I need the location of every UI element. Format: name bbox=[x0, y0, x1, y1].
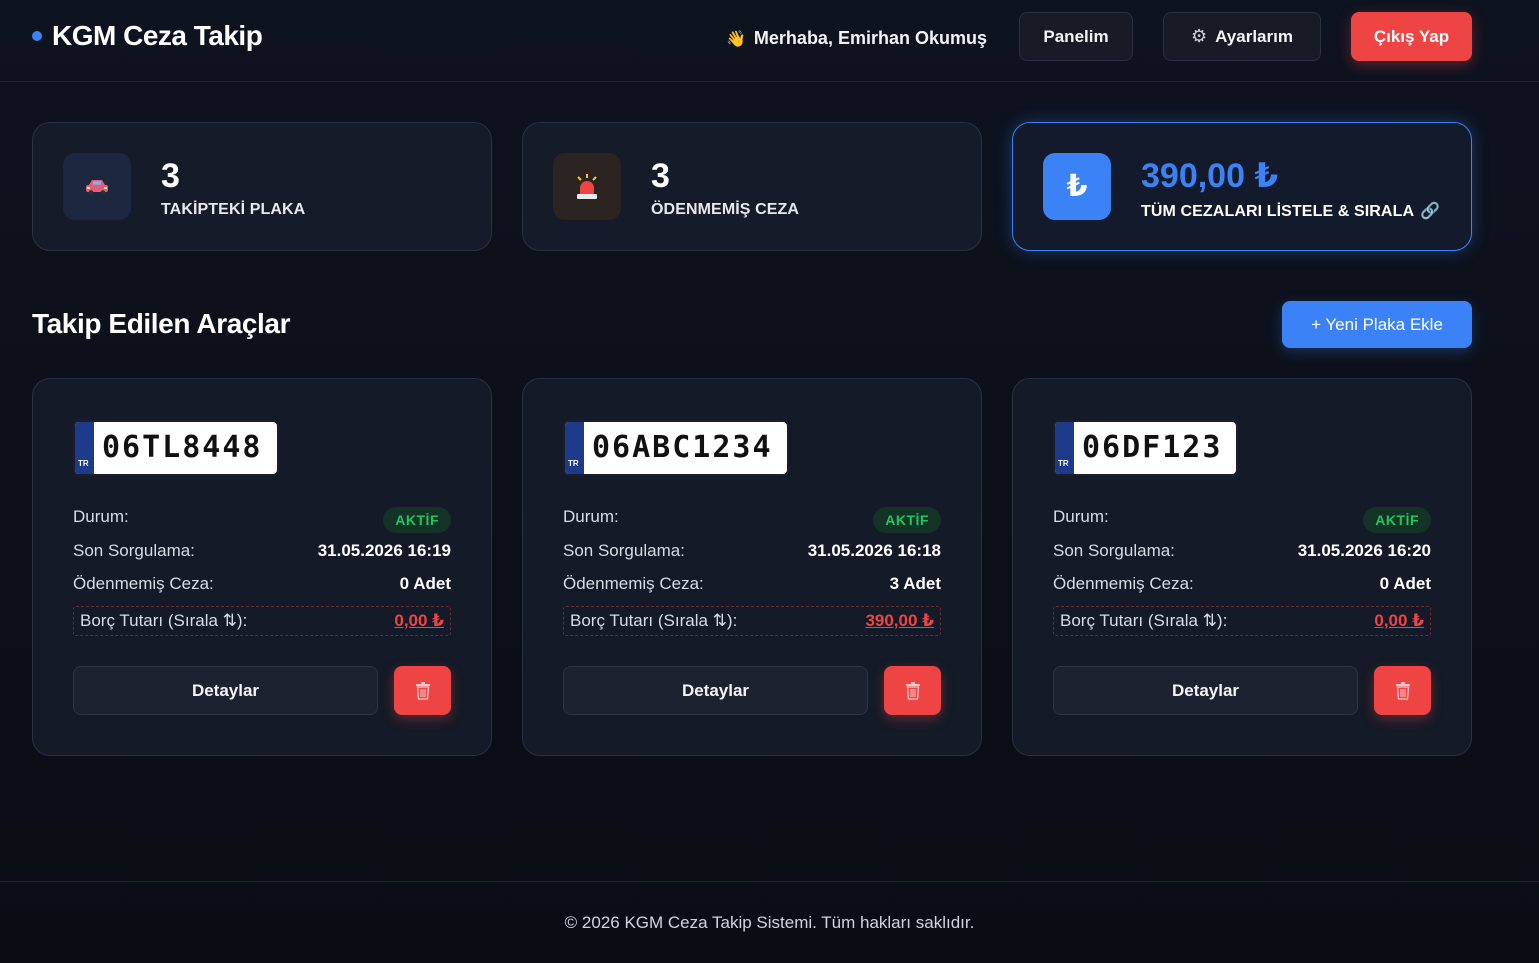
vehicle-card: TR 06DF123 Durum: AKTİF Son Sorgulama: 3… bbox=[1012, 378, 1472, 756]
brand-dot-icon bbox=[32, 31, 42, 41]
license-plate: TR 06ABC1234 bbox=[563, 420, 789, 476]
debt-label: Borç Tutarı (Sırala ⇅): bbox=[80, 611, 248, 630]
stat-value: 3 bbox=[161, 157, 180, 195]
status-label: Durum: bbox=[563, 507, 619, 526]
siren-icon bbox=[553, 153, 621, 220]
logout-button-label: Çıkış Yap bbox=[1373, 26, 1450, 46]
last-query-value: 31.05.2026 16:20 bbox=[1297, 541, 1431, 560]
status-row: Durum: AKTİF bbox=[563, 501, 941, 533]
section-title: Takip Edilen Araçlar bbox=[32, 308, 291, 339]
debt-sort-row[interactable]: Borç Tutarı (Sırala ⇅): 390,00 ₺ bbox=[563, 606, 941, 636]
footer-copyright: © 2026 KGM Ceza Takip Sistemi. Tüm hakla… bbox=[564, 912, 975, 932]
plate-country-code: TR bbox=[1058, 459, 1069, 468]
greeting-prefix: Merhaba, bbox=[753, 28, 833, 48]
delete-button[interactable] bbox=[394, 666, 451, 715]
plate-number: 06TL8448 bbox=[102, 430, 263, 465]
plate-country-band: TR bbox=[565, 422, 584, 474]
trash-icon bbox=[1395, 681, 1410, 700]
last-query-value: 31.05.2026 16:19 bbox=[317, 541, 451, 560]
debt-label: Borç Tutarı (Sırala ⇅): bbox=[570, 611, 738, 630]
panel-button-label: Panelim bbox=[1043, 26, 1109, 46]
plate-number: 06DF123 bbox=[1082, 430, 1223, 465]
unpaid-row: Ödenmemiş Ceza: 0 Adet bbox=[73, 574, 451, 594]
unpaid-value: 0 Adet bbox=[399, 574, 451, 593]
unpaid-label: Ödenmemiş Ceza: bbox=[1053, 574, 1194, 593]
unpaid-label: Ödenmemiş Ceza: bbox=[563, 574, 704, 593]
debt-label: Borç Tutarı (Sırala ⇅): bbox=[1060, 611, 1228, 630]
lira-icon: ₺ bbox=[1043, 153, 1111, 220]
unpaid-row: Ödenmemiş Ceza: 3 Adet bbox=[563, 574, 941, 594]
debt-value: 0,00 ₺ bbox=[394, 611, 444, 630]
stat-card-unpaid-fines: 3 ÖDENMEMİŞ CEZA bbox=[522, 122, 982, 251]
status-label: Durum: bbox=[73, 507, 129, 526]
stat-value: 3 bbox=[651, 157, 670, 195]
add-plate-button[interactable]: + Yeni Plaka Ekle bbox=[1282, 301, 1472, 348]
status-label: Durum: bbox=[1053, 507, 1109, 526]
greeting: 👋 Merhaba, Emirhan Okumuş bbox=[726, 28, 987, 49]
stat-label: ÖDENMEMİŞ CEZA bbox=[651, 201, 800, 218]
settings-button[interactable]: ⚙ Ayarlarım bbox=[1163, 12, 1321, 61]
last-query-label: Son Sorgulama: bbox=[1053, 541, 1175, 560]
status-row: Durum: AKTİF bbox=[1053, 501, 1431, 533]
stat-label: TAKİPTEKİ PLAKA bbox=[161, 201, 306, 218]
debt-sort-row[interactable]: Borç Tutarı (Sırala ⇅): 0,00 ₺ bbox=[1053, 606, 1431, 636]
top-header: KGM Ceza Takip 👋 Merhaba, Emirhan Okumuş… bbox=[0, 0, 1539, 82]
vehicle-card: TR 06ABC1234 Durum: AKTİF Son Sorgulama:… bbox=[522, 378, 982, 756]
stat-label-text: TÜM CEZALARI LİSTELE & SIRALA bbox=[1141, 203, 1415, 220]
status-badge: AKTİF bbox=[873, 507, 941, 533]
last-query-label: Son Sorgulama: bbox=[563, 541, 685, 560]
delete-button[interactable] bbox=[884, 666, 941, 715]
trash-icon bbox=[415, 681, 430, 700]
footer: © 2026 KGM Ceza Takip Sistemi. Tüm hakla… bbox=[0, 881, 1539, 963]
plate-country-band: TR bbox=[75, 422, 94, 474]
delete-button[interactable] bbox=[1374, 666, 1431, 715]
last-query-row: Son Sorgulama: 31.05.2026 16:18 bbox=[563, 541, 941, 561]
details-button[interactable]: Detaylar bbox=[563, 666, 868, 715]
car-icon bbox=[63, 153, 131, 220]
stat-card-tracked-plates: 3 TAKİPTEKİ PLAKA bbox=[32, 122, 492, 251]
waving-hand-icon: 👋 bbox=[726, 30, 746, 48]
link-icon: 🔗 bbox=[1420, 203, 1441, 220]
license-plate: TR 06TL8448 bbox=[73, 420, 279, 476]
user-name: Emirhan Okumuş bbox=[837, 28, 988, 48]
last-query-value: 31.05.2026 16:18 bbox=[807, 541, 941, 560]
stat-card-all-fines-link[interactable]: ₺ 390,00 ₺ TÜM CEZALARI LİSTELE & SIRALA… bbox=[1012, 122, 1472, 251]
debt-value: 0,00 ₺ bbox=[1374, 611, 1424, 630]
stat-value: 390,00 ₺ bbox=[1141, 157, 1279, 195]
unpaid-label: Ödenmemiş Ceza: bbox=[73, 574, 214, 593]
status-badge: AKTİF bbox=[1363, 507, 1431, 533]
settings-button-label: Ayarlarım bbox=[1215, 26, 1293, 46]
trash-icon bbox=[905, 681, 920, 700]
plate-country-band: TR bbox=[1055, 422, 1074, 474]
brand[interactable]: KGM Ceza Takip bbox=[32, 20, 263, 52]
details-button[interactable]: Detaylar bbox=[73, 666, 378, 715]
details-button[interactable]: Detaylar bbox=[1053, 666, 1358, 715]
plate-country-code: TR bbox=[568, 459, 579, 468]
gear-icon: ⚙ bbox=[1191, 26, 1208, 46]
brand-title: KGM Ceza Takip bbox=[52, 20, 263, 51]
plate-country-code: TR bbox=[78, 459, 89, 468]
status-badge: AKTİF bbox=[383, 507, 451, 533]
panel-button[interactable]: Panelim bbox=[1019, 12, 1133, 61]
debt-sort-row[interactable]: Borç Tutarı (Sırala ⇅): 0,00 ₺ bbox=[73, 606, 451, 636]
license-plate: TR 06DF123 bbox=[1053, 420, 1239, 476]
stat-label: TÜM CEZALARI LİSTELE & SIRALA 🔗 bbox=[1141, 201, 1440, 221]
logout-button[interactable]: Çıkış Yap bbox=[1351, 12, 1472, 61]
status-row: Durum: AKTİF bbox=[73, 501, 451, 533]
last-query-row: Son Sorgulama: 31.05.2026 16:20 bbox=[1053, 541, 1431, 561]
last-query-label: Son Sorgulama: bbox=[73, 541, 195, 560]
unpaid-value: 0 Adet bbox=[1379, 574, 1431, 593]
vehicle-card: TR 06TL8448 Durum: AKTİF Son Sorgulama: … bbox=[32, 378, 492, 756]
unpaid-value: 3 Adet bbox=[889, 574, 941, 593]
last-query-row: Son Sorgulama: 31.05.2026 16:19 bbox=[73, 541, 451, 561]
plate-number: 06ABC1234 bbox=[592, 430, 773, 465]
debt-value: 390,00 ₺ bbox=[865, 611, 934, 630]
unpaid-row: Ödenmemiş Ceza: 0 Adet bbox=[1053, 574, 1431, 594]
